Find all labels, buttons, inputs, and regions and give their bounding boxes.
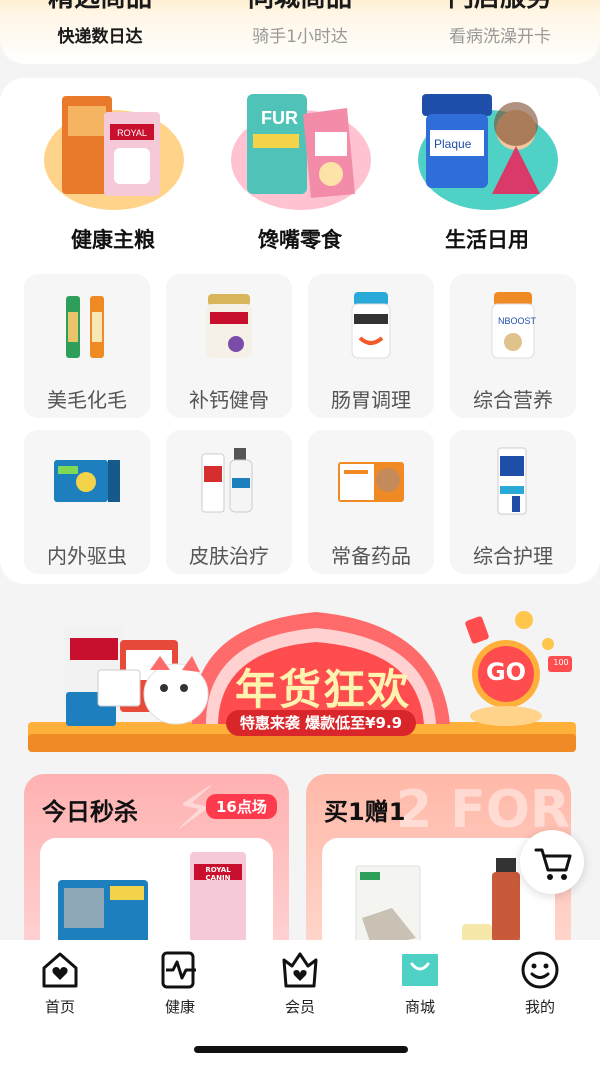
nav-health[interactable]: 健康: [120, 950, 240, 1017]
product-brand: ROYAL CANIN: [205, 866, 231, 882]
category-label: 馋嘴零食: [258, 228, 342, 252]
pet-snack-pack-icon: FUR: [225, 90, 375, 210]
category-label: 补钙健骨: [189, 388, 269, 412]
flash-sale-card[interactable]: ⚡ 今日秒杀 16点场 ROYAL CANIN: [24, 774, 289, 964]
banner-subline: 特惠来袭 爆款低至¥9.9: [226, 710, 416, 736]
nav-member[interactable]: 会员: [240, 950, 360, 1017]
nav-label: 健康: [164, 998, 195, 1016]
deworming-box-icon: [52, 446, 122, 518]
category-nutrition[interactable]: NBOOST 综合营养: [450, 274, 576, 418]
svg-text:ROYAL: ROYAL: [117, 128, 147, 138]
cart-button[interactable]: [520, 830, 584, 894]
category-label: 生活日用: [445, 228, 529, 252]
category-daily-supplies[interactable]: Plaque 生活日用: [392, 90, 582, 254]
new-year-sale-banner[interactable]: 年货狂欢 特惠来袭 爆款低至¥9.9 GO 100: [0, 594, 600, 764]
nav-home[interactable]: 首页: [0, 950, 120, 1017]
multivitamin-jar-icon: NBOOST: [478, 290, 548, 362]
home-heart-icon: [40, 950, 80, 990]
tab-title: 门店服务: [400, 0, 600, 16]
category-label: 内外驱虫: [47, 544, 127, 568]
svg-text:NBOOST: NBOOST: [498, 316, 537, 326]
category-card: ROYAL 健康主粮 FUR 馋嘴零食 Plaque 生活日用 美毛化毛 补钙健…: [0, 78, 600, 584]
tab-subtitle: 快递数日达: [57, 27, 143, 47]
tab-subtitle: 看病洗澡开卡: [449, 27, 551, 47]
tab-subtitle: 骑手1小时达: [252, 27, 348, 47]
coupon-label: 100: [553, 658, 569, 667]
category-digestive[interactable]: 肠胃调理: [308, 274, 434, 418]
category-snacks[interactable]: FUR 馋嘴零食: [205, 90, 395, 254]
session-badge: 16点场: [206, 794, 277, 819]
category-label: 常备药品: [331, 544, 411, 568]
category-skin[interactable]: 皮肤治疗: [166, 430, 292, 574]
care-toothpaste-icon: [478, 446, 548, 518]
flash-sale-title: 今日秒杀: [42, 798, 138, 826]
shopping-cart-icon: [534, 848, 572, 880]
category-medicine[interactable]: 常备药品: [308, 430, 434, 574]
member-crown-icon: [280, 950, 320, 990]
medicine-box-icon: [336, 446, 406, 518]
category-calcium[interactable]: 补钙健骨: [166, 274, 292, 418]
category-label: 肠胃调理: [331, 388, 411, 412]
buy-one-title: 买1赠1: [324, 798, 406, 826]
pet-food-bag-icon: ROYAL: [38, 90, 188, 210]
tab-selected-goods[interactable]: 精选商品 快递数日达: [0, 0, 200, 47]
category-label: 综合护理: [473, 544, 553, 568]
go-button[interactable]: GO: [476, 658, 536, 686]
nav-me[interactable]: 我的: [480, 950, 600, 1017]
skin-spray-icon: [194, 446, 264, 518]
tab-store-services[interactable]: 门店服务 看病洗澡开卡: [400, 0, 600, 47]
nav-label: 商城: [404, 998, 435, 1016]
category-hair-care[interactable]: 美毛化毛: [24, 274, 150, 418]
tab-title: 精选商品: [0, 0, 200, 16]
nav-label: 首页: [44, 998, 75, 1016]
calcium-jar-icon: [194, 290, 264, 362]
hairball-paste-icon: [52, 290, 122, 362]
smiley-face-icon: [520, 950, 560, 990]
tab-title: 同城商品: [200, 0, 400, 16]
nav-label: 我的: [524, 998, 555, 1016]
nav-label: 会员: [284, 998, 315, 1016]
svg-text:FUR: FUR: [261, 108, 298, 128]
category-care[interactable]: 综合护理: [450, 430, 576, 574]
category-label: 皮肤治疗: [189, 544, 269, 568]
tab-local-goods[interactable]: 同城商品 骑手1小时达: [200, 0, 400, 47]
shop-bag-icon: [400, 950, 440, 990]
category-healthy-food[interactable]: ROYAL 健康主粮: [18, 90, 208, 254]
probiotic-bottle-icon: [336, 290, 406, 362]
category-deworming[interactable]: 内外驱虫: [24, 430, 150, 574]
home-indicator: [194, 1046, 408, 1053]
category-label: 美毛化毛: [47, 388, 127, 412]
category-label: 健康主粮: [71, 228, 155, 252]
category-label: 综合营养: [473, 388, 553, 412]
pet-supplies-icon: Plaque: [412, 90, 562, 210]
health-pulse-icon: [160, 950, 200, 990]
top-tab-bar: 精选商品 快递数日达 同城商品 骑手1小时达 门店服务 看病洗澡开卡: [0, 0, 600, 64]
nav-shop[interactable]: 商城: [360, 950, 480, 1017]
svg-text:Plaque: Plaque: [434, 137, 472, 151]
banner-headline: 年货狂欢: [234, 665, 411, 714]
